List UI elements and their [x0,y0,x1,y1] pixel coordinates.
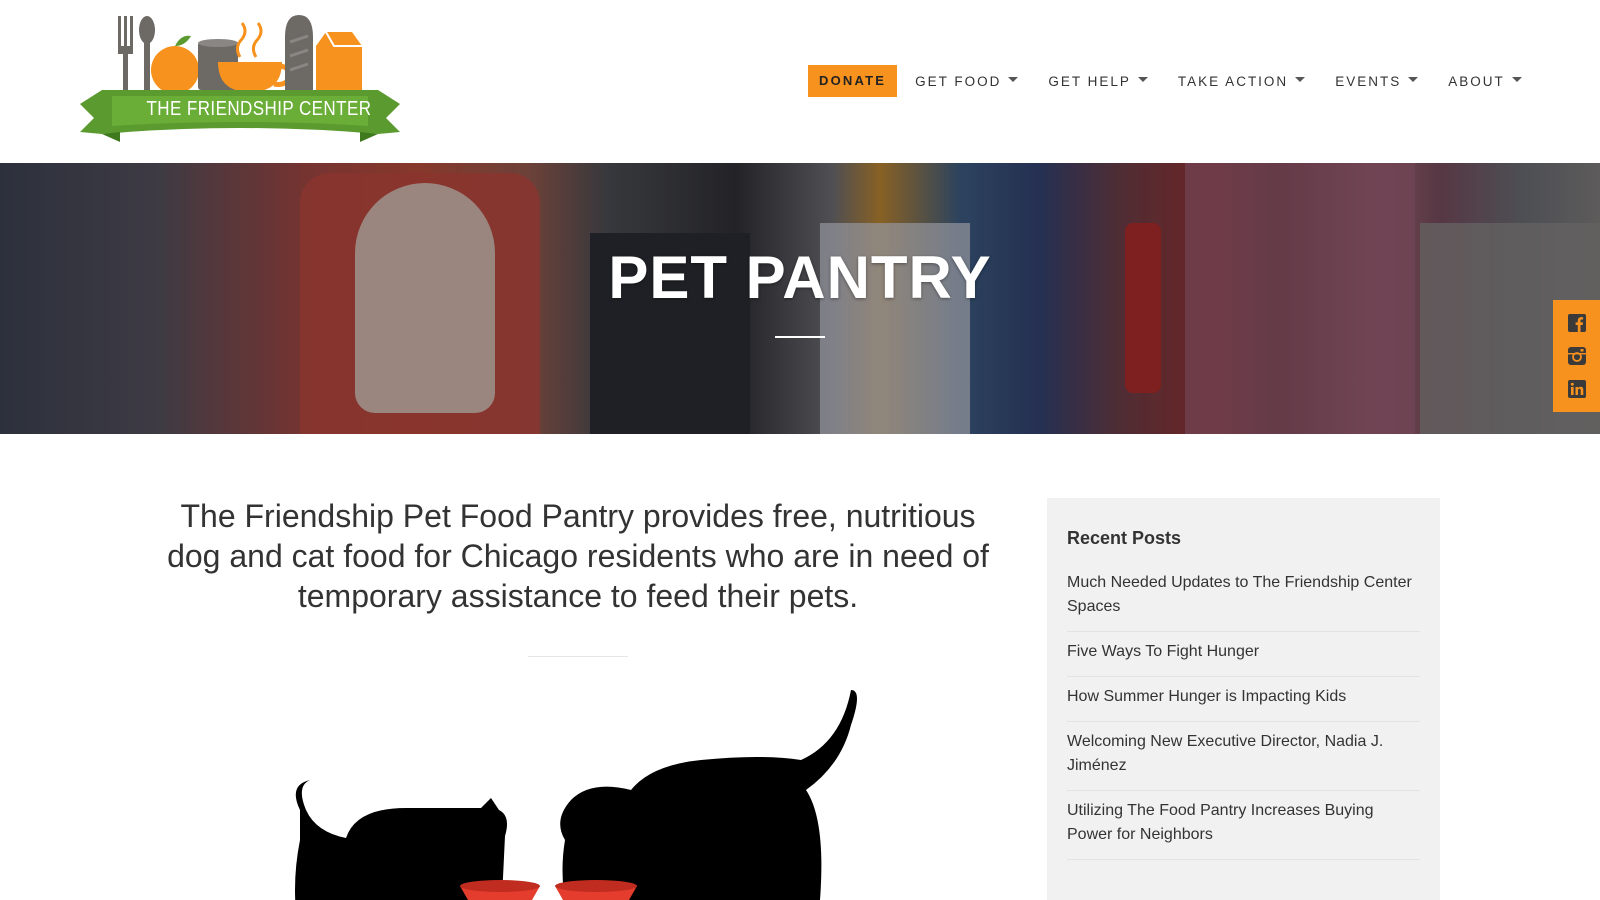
site-logo[interactable]: THE FRIENDSHIP CENTER [80,12,400,148]
nav-item-label: GET FOOD [915,73,1002,89]
nav-item-label: TAKE ACTION [1177,73,1289,89]
nav-item-label: EVENTS [1335,73,1402,89]
donate-button[interactable]: DONATE [808,65,898,97]
instagram-icon[interactable] [1567,346,1587,366]
recent-post-link[interactable]: Utilizing The Food Pantry Increases Buyi… [1067,791,1420,860]
logo-graphic [80,15,400,142]
hero-banner: PET PANTRY [0,163,1600,434]
main-nav: DONATE GET FOOD GET HELP TAKE ACTION EVE… [808,64,1552,98]
nav-item-label: ABOUT [1448,73,1505,89]
nav-item-take-action[interactable]: TAKE ACTION [1177,73,1306,89]
recent-posts-sidebar: Recent Posts Much Needed Updates to The … [1047,498,1440,900]
nav-item-get-help[interactable]: GET HELP [1048,74,1148,89]
nav-item-about[interactable]: ABOUT [1448,74,1522,89]
recent-post-link[interactable]: Welcoming New Executive Director, Nadia … [1067,722,1420,791]
recent-post-link[interactable]: How Summer Hunger is Impacting Kids [1067,677,1420,722]
social-links [1553,300,1600,412]
chevron-down-icon [1408,76,1419,82]
site-header: THE FRIENDSHIP CENTER DONATE GET FOOD GE… [0,0,1600,163]
pets-illustration [290,690,870,900]
logo-text: THE FRIENDSHIP CENTER [146,98,372,120]
nav-item-get-food[interactable]: GET FOOD [915,73,1019,89]
linkedin-icon[interactable] [1567,379,1587,399]
recent-post-link[interactable]: Much Needed Updates to The Friendship Ce… [1067,571,1420,632]
page-title: PET PANTRY [608,244,992,311]
chevron-down-icon [1511,76,1522,82]
nav-item-label: GET HELP [1048,73,1131,89]
chevron-down-icon [1137,76,1148,82]
chevron-down-icon [1295,76,1306,82]
dog-silhouette [560,690,857,900]
nav-item-events[interactable]: EVENTS [1335,73,1419,89]
recent-post-link[interactable]: Five Ways To Fight Hunger [1067,632,1420,677]
facebook-icon[interactable] [1567,313,1587,333]
title-divider [775,336,825,338]
section-divider [528,656,628,657]
chevron-down-icon [1008,76,1019,82]
intro-text: The Friendship Pet Food Pantry provides … [167,498,989,614]
sidebar-heading: Recent Posts [1067,528,1182,548]
